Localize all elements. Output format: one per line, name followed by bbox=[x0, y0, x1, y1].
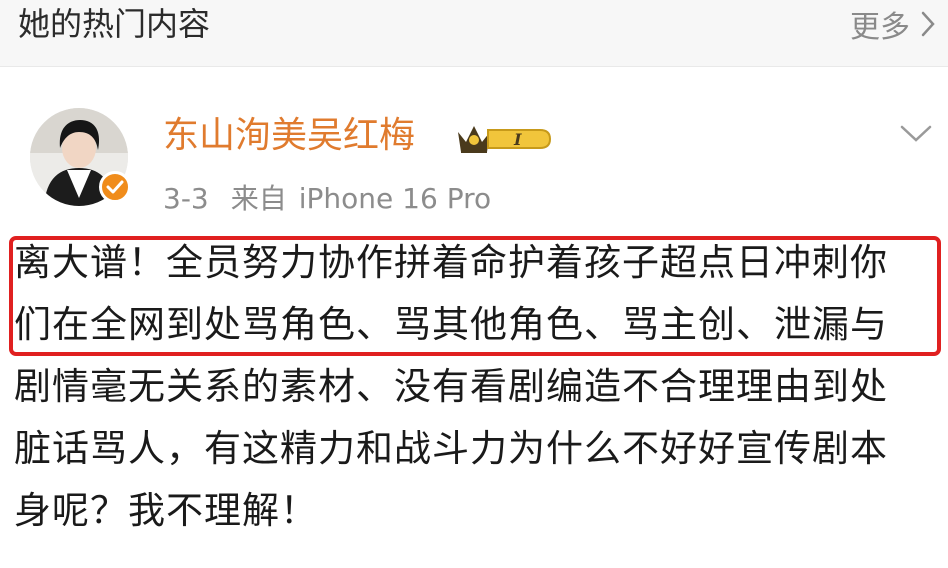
highlight-box bbox=[9, 236, 941, 356]
source-device: iPhone 16 Pro bbox=[298, 182, 492, 215]
more-label: 更多 bbox=[850, 10, 910, 45]
section-header: 她的热门内容 更多 bbox=[0, 0, 948, 66]
verified-check-icon bbox=[99, 171, 131, 203]
post-date: 3-3 bbox=[163, 182, 209, 215]
badge-level: I bbox=[513, 130, 522, 149]
section-title: 她的热门内容 bbox=[18, 5, 211, 43]
source-prefix: 来自 bbox=[230, 182, 287, 215]
more-link[interactable]: 更多 bbox=[850, 4, 936, 45]
chevron-right-icon bbox=[920, 10, 936, 38]
chevron-down-icon[interactable] bbox=[898, 118, 934, 148]
crown-badge-icon[interactable]: I bbox=[454, 120, 554, 158]
divider bbox=[0, 66, 948, 67]
user-name[interactable]: 东山洵美吴红梅 bbox=[163, 112, 415, 160]
post-meta: 3-3 来自 iPhone 16 Pro bbox=[163, 177, 491, 221]
post-source: 来自 iPhone 16 Pro bbox=[231, 177, 491, 221]
